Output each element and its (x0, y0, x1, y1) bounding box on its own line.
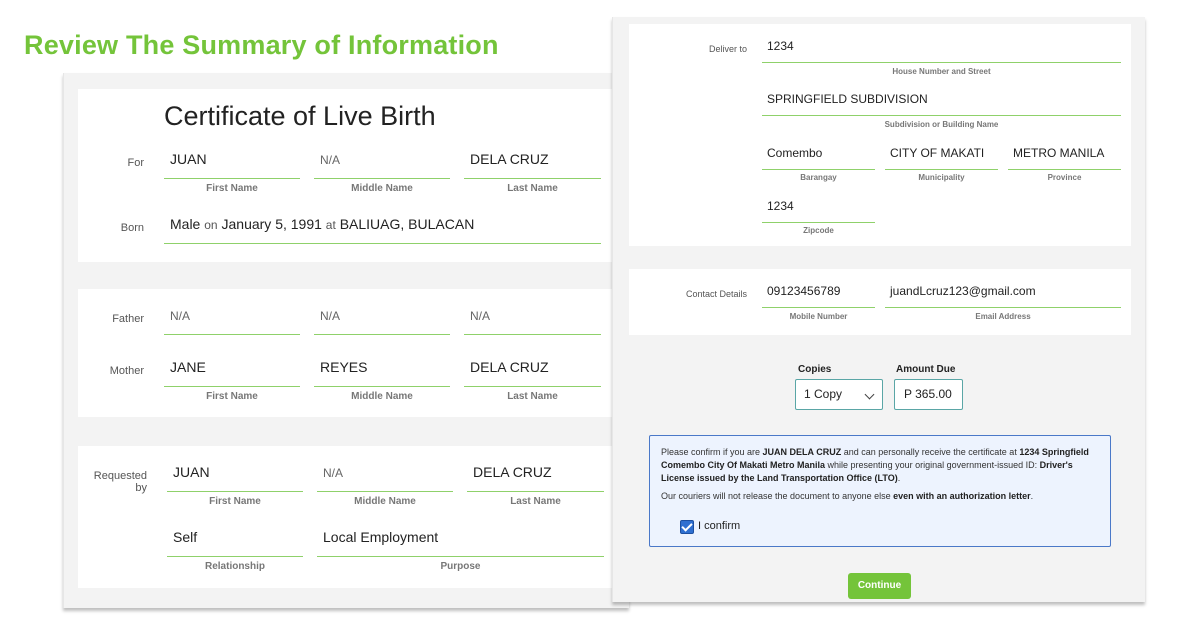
municipality-field: CITY OF MAKATI (885, 146, 998, 170)
birth-details-card: Certificate of Live Birth For JUAN N/A D… (78, 89, 615, 262)
father-middle-name-field: N/A (314, 307, 450, 335)
relationship-field: Self (167, 529, 303, 557)
first-name-caption: First Name (209, 496, 261, 507)
province-field: METRO MANILA (1008, 146, 1121, 170)
email-address-field: juandLcruz123@gmail.com (885, 284, 1121, 308)
mobile-number-field: 09123456789 (762, 284, 875, 308)
mother-first-name-field: JANE (164, 359, 300, 387)
for-label: For (127, 157, 145, 169)
delivery-summary-panel: Deliver to 1234 House Number and Street … (612, 17, 1145, 602)
confirmation-text: Please confirm if you are JUAN DELA CRUZ… (661, 447, 1089, 483)
confirmation-notice: Please confirm if you are JUAN DELA CRUZ… (649, 435, 1111, 547)
first-name-caption: First Name (206, 183, 258, 194)
relationship-caption: Relationship (204, 561, 265, 572)
chevron-down-icon (864, 389, 875, 400)
confirm-checkbox[interactable] (680, 520, 694, 534)
zipcode-field: 1234 (762, 199, 875, 223)
middle-name-caption: Middle Name (351, 183, 413, 194)
province-caption: Province (1047, 173, 1082, 182)
on-word: on (204, 218, 218, 232)
father-last-name-field: N/A (464, 307, 601, 335)
purpose-field: Local Employment (317, 529, 604, 557)
page-title: Review The Summary of Information (24, 30, 499, 60)
deliver-to-label: Deliver to (708, 44, 747, 54)
child-first-name-field: JUAN (164, 151, 300, 179)
middle-name-caption: Middle Name (354, 496, 416, 507)
birth-place-value: BALIUAG, BULACAN (339, 216, 475, 232)
last-name-caption: Last Name (507, 391, 558, 402)
requester-first-name-field: JUAN (167, 464, 303, 492)
barangay-caption: Barangay (800, 173, 837, 182)
child-middle-name-field: N/A (314, 151, 450, 179)
barangay-field: Comembo (762, 146, 875, 170)
middle-name-caption: Middle Name (351, 391, 413, 402)
house-number-field: 1234 (762, 39, 1121, 63)
zipcode-caption: Zipcode (803, 226, 834, 235)
mother-middle-name-field: REYES (314, 359, 450, 387)
copies-label: Copies (798, 364, 832, 375)
copies-select[interactable]: 1 Copy (795, 379, 883, 410)
subdivision-caption: Subdivision or Building Name (884, 120, 999, 129)
amount-due-field: P 365.00 (894, 379, 963, 410)
amount-due-label: Amount Due (896, 364, 956, 375)
requester-middle-name-field: N/A (317, 464, 453, 492)
requester-card: Requested by JUAN N/A DELA CRUZ First Na… (78, 446, 615, 588)
delivery-address-card: Deliver to 1234 House Number and Street … (629, 24, 1131, 246)
subdivision-field: SPRINGFIELD SUBDIVISION (762, 92, 1121, 116)
mother-label: Mother (109, 365, 144, 377)
copies-selected-value: 1 Copy (804, 387, 843, 401)
requested-by-label: Requested by (93, 470, 147, 494)
father-first-name-field: N/A (164, 307, 300, 335)
email-address-caption: Email Address (975, 312, 1031, 321)
last-name-caption: Last Name (507, 183, 558, 194)
confirm-checkbox-label[interactable]: I confirm (698, 520, 740, 533)
requester-last-name-field: DELA CRUZ (467, 464, 604, 492)
contact-details-label: Contact Details (685, 289, 747, 299)
purpose-caption: Purpose (440, 561, 481, 572)
at-word: at (325, 218, 336, 232)
certificate-summary-panel: Certificate of Live Birth For JUAN N/A D… (63, 73, 629, 608)
birth-info-field: Male on January 5, 1991 at BALIUAG, BULA… (164, 216, 601, 244)
certificate-title: Certificate of Live Birth (164, 101, 436, 131)
first-name-caption: First Name (206, 391, 258, 402)
municipality-caption: Municipality (918, 173, 965, 182)
contact-details-card: Contact Details 09123456789 juandLcruz12… (629, 269, 1131, 335)
continue-button[interactable]: Continue (848, 573, 911, 599)
mother-last-name-field: DELA CRUZ (464, 359, 601, 387)
mobile-number-caption: Mobile Number (789, 312, 848, 321)
house-number-caption: House Number and Street (892, 67, 991, 76)
birth-date-value: January 5, 1991 (221, 216, 322, 232)
parents-card: Father N/A N/A N/A Mother JANE REYES DEL… (78, 289, 615, 417)
father-label: Father (112, 313, 144, 325)
courier-notice-text: Our couriers will not release the docume… (661, 491, 1034, 501)
last-name-caption: Last Name (510, 496, 561, 507)
sex-value: Male (170, 216, 201, 232)
born-label: Born (120, 222, 144, 234)
child-last-name-field: DELA CRUZ (464, 151, 601, 179)
